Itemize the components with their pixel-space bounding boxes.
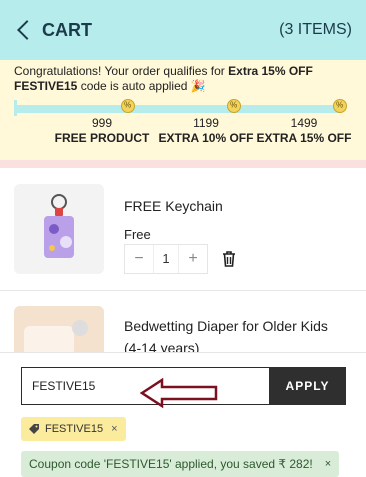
milestone-label: EXTRA 15% OFF bbox=[256, 131, 352, 145]
cart-title: CART bbox=[42, 19, 92, 40]
offer-text-end: code is auto applied bbox=[77, 79, 188, 93]
back-arrow-icon[interactable] bbox=[17, 20, 37, 40]
milestone: 1499 EXTRA 15% OFF bbox=[249, 116, 359, 145]
decrement-button[interactable]: − bbox=[125, 245, 153, 273]
coupon-success-message: Coupon code 'FESTIVE15' applied, you sav… bbox=[21, 451, 340, 477]
milestone-amount: 1499 bbox=[290, 116, 318, 130]
section-divider bbox=[0, 160, 366, 168]
item-name[interactable]: FREE Keychain bbox=[124, 198, 223, 214]
milestone-label: EXTRA 10% OFF bbox=[158, 131, 254, 145]
cart-page: CART (3 ITEMS) Congratulations! Your ord… bbox=[0, 0, 366, 477]
progress-fill bbox=[14, 105, 340, 113]
offer-highlight: Extra 15% OFF bbox=[228, 64, 313, 78]
offer-message: Congratulations! Your order qualifies fo… bbox=[14, 64, 352, 94]
quantity-stepper: − 1 + bbox=[124, 244, 208, 274]
quantity-value: 1 bbox=[153, 245, 179, 273]
cart-item: FREE Keychain Free − 1 + bbox=[0, 184, 366, 290]
coupon-chip-code: FESTIVE15 bbox=[45, 423, 104, 435]
success-text: Coupon code 'FESTIVE15' applied, you sav… bbox=[29, 457, 313, 471]
milestone-label: FREE PRODUCT bbox=[54, 131, 150, 145]
applied-coupon-chip: FESTIVE15 × bbox=[21, 417, 126, 441]
offer-code: FESTIVE15 bbox=[14, 79, 78, 93]
trash-icon[interactable] bbox=[221, 250, 237, 268]
offer-banner: Congratulations! Your order qualifies fo… bbox=[0, 60, 366, 160]
milestone-amount: 1199 bbox=[193, 116, 219, 130]
dismiss-message-icon[interactable]: × bbox=[325, 458, 331, 470]
item-price: Free bbox=[124, 227, 151, 242]
item-divider bbox=[0, 290, 366, 291]
milestone: 999 FREE PRODUCT bbox=[47, 116, 157, 145]
milestone: 1199 EXTRA 10% OFF bbox=[151, 116, 261, 145]
apply-button[interactable]: APPLY bbox=[269, 367, 346, 405]
increment-button[interactable]: + bbox=[179, 245, 207, 273]
product-image[interactable] bbox=[14, 184, 104, 274]
remove-coupon-icon[interactable]: × bbox=[111, 423, 117, 435]
milestone-amount: 999 bbox=[91, 116, 113, 130]
item-count: (3 ITEMS) bbox=[279, 21, 352, 38]
coupon-section: APPLY FESTIVE15 × Coupon code 'FESTIVE15… bbox=[0, 352, 366, 477]
offer-progress-bar: % % % bbox=[14, 96, 350, 116]
keychain-image-icon bbox=[14, 184, 104, 274]
item-name[interactable]: Bedwetting Diaper for Older Kids bbox=[124, 318, 328, 334]
arrow-annotation-icon bbox=[140, 378, 218, 408]
party-popper-icon: 🎉 bbox=[190, 79, 206, 93]
offer-text-start: Congratulations! Your order qualifies fo… bbox=[14, 64, 229, 78]
cart-header: CART (3 ITEMS) bbox=[0, 0, 366, 60]
tag-icon bbox=[29, 424, 39, 434]
